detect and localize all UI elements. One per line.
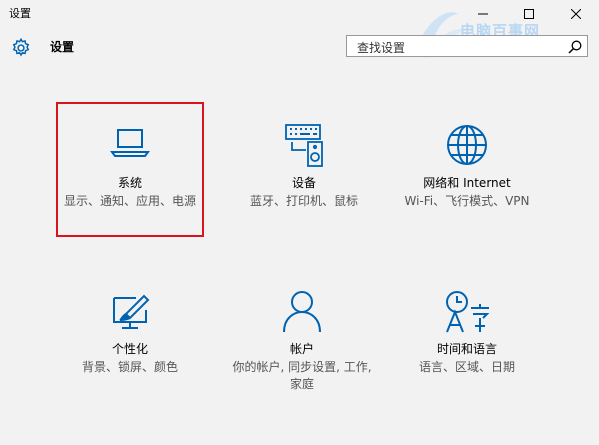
tile-personalization[interactable]: 个性化 背景、锁屏、颜色 bbox=[50, 290, 210, 376]
tile-personalization-desc: 背景、锁屏、颜色 bbox=[81, 360, 178, 374]
laptop-icon bbox=[110, 129, 150, 157]
tile-time-language[interactable]: 时间和语言 语言、区域、日期 bbox=[387, 290, 547, 376]
tile-time-language-desc: 语言、区域、日期 bbox=[418, 360, 515, 374]
tile-accounts[interactable]: 帐户 你的帐户, 同步设置, 工作, 家庭 bbox=[222, 290, 382, 393]
gear-icon bbox=[12, 37, 30, 57]
search-input[interactable]: 查找设置 bbox=[346, 35, 588, 57]
maximize-button[interactable] bbox=[506, 0, 552, 28]
settings-window: 设置 电脑百事网 www.PC841.COM 设置 查找设置 bbox=[0, 0, 599, 445]
paint-monitor-icon bbox=[113, 294, 150, 329]
tile-network-title: 网络和 Internet bbox=[423, 176, 511, 190]
tile-system-title: 系统 bbox=[117, 176, 142, 190]
globe-icon bbox=[447, 125, 487, 165]
close-button[interactable] bbox=[553, 0, 599, 28]
minimize-icon bbox=[478, 13, 488, 15]
tile-time-language-title: 时间和语言 bbox=[436, 342, 497, 356]
search-placeholder: 查找设置 bbox=[357, 41, 406, 55]
window-title: 设置 bbox=[9, 7, 31, 20]
tile-system[interactable]: 系统 显示、通知、应用、电源 bbox=[50, 124, 210, 210]
search-icon[interactable] bbox=[567, 39, 583, 55]
minimize-button[interactable] bbox=[460, 0, 506, 28]
title-bar[interactable]: 设置 bbox=[0, 0, 599, 28]
tile-devices[interactable]: 设备 蓝牙、打印机、鼠标 bbox=[224, 124, 384, 210]
close-icon bbox=[571, 9, 581, 19]
tile-devices-title: 设备 bbox=[291, 176, 316, 190]
tile-accounts-desc: 你的帐户, 同步设置, 工作, 家庭 bbox=[232, 360, 372, 391]
tile-network-desc: Wi-Fi、飞行模式、VPN bbox=[404, 194, 530, 208]
person-icon bbox=[283, 291, 321, 333]
page-title: 设置 bbox=[50, 40, 75, 54]
tile-system-desc: 显示、通知、应用、电源 bbox=[63, 194, 196, 208]
tile-devices-desc: 蓝牙、打印机、鼠标 bbox=[249, 194, 358, 208]
clock-language-icon bbox=[446, 291, 490, 333]
tile-network[interactable]: 网络和 Internet Wi-Fi、飞行模式、VPN bbox=[387, 124, 547, 210]
maximize-icon bbox=[524, 9, 534, 19]
tile-accounts-title: 帐户 bbox=[289, 342, 314, 356]
keyboard-speaker-icon bbox=[285, 124, 323, 167]
tile-personalization-title: 个性化 bbox=[111, 342, 148, 356]
